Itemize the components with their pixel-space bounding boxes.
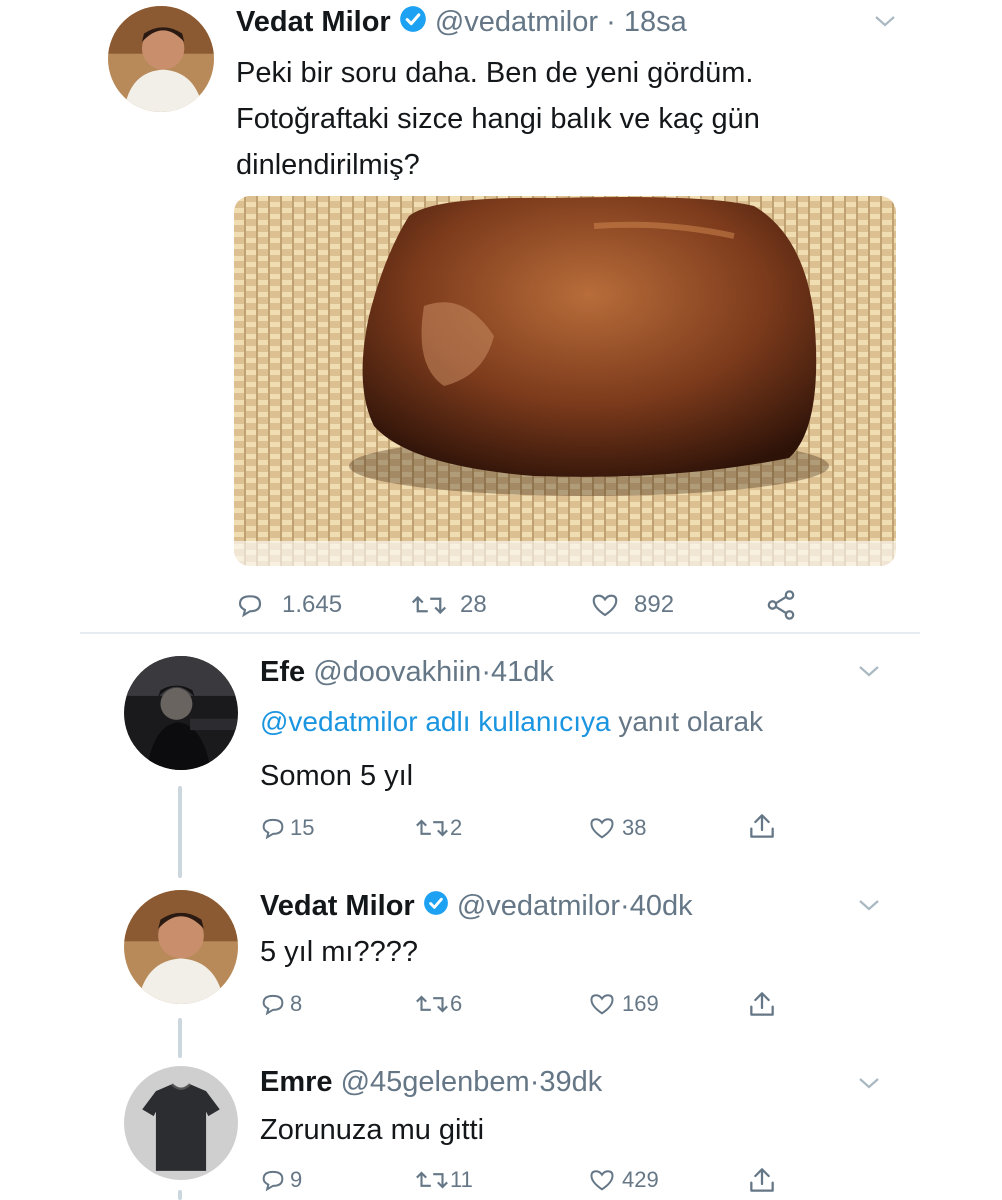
chevron-down-icon[interactable] xyxy=(856,1074,882,1097)
reply-to-mention[interactable]: @vedatmilor adlı kullanıcıya xyxy=(260,706,611,737)
chevron-down-icon[interactable] xyxy=(856,662,882,685)
chevron-down-icon[interactable] xyxy=(872,12,898,35)
thread-line xyxy=(178,1018,182,1058)
timestamp[interactable]: 41dk xyxy=(491,656,554,688)
reply-icon xyxy=(238,595,262,618)
share-icon xyxy=(767,590,795,620)
like-button[interactable]: 429 xyxy=(586,1166,659,1194)
upload-button[interactable] xyxy=(746,988,778,1020)
retweet-icon xyxy=(416,819,448,837)
author-handle[interactable]: @45gelenbem xyxy=(341,1066,530,1098)
reply-button[interactable]: 8 xyxy=(258,990,302,1018)
reply-header: Emre @45gelenbem·39dk xyxy=(260,1064,602,1100)
reply-icon xyxy=(262,994,284,1016)
divider xyxy=(80,632,920,634)
author-handle[interactable]: @vedatmilor xyxy=(457,890,620,922)
author-name[interactable]: Vedat Milor xyxy=(260,890,415,922)
like-count: 429 xyxy=(622,1167,659,1192)
author-name[interactable]: Efe xyxy=(260,656,305,688)
reply-button[interactable]: 9 xyxy=(258,1166,302,1194)
retweet-button[interactable]: 2 xyxy=(414,814,462,842)
reply-text: 5 yıl mı???? xyxy=(260,936,418,968)
reply-to-suffix: yanıt olarak xyxy=(618,706,764,737)
retweet-icon xyxy=(411,595,447,615)
tweet-text-line: Peki bir soru daha. Ben de yeni gördüm. xyxy=(236,57,754,89)
reply-count: 1.645 xyxy=(282,591,343,618)
upload-button[interactable] xyxy=(746,810,778,842)
like-count: 892 xyxy=(634,591,675,618)
verified-badge-icon xyxy=(399,5,427,42)
like-icon xyxy=(592,594,618,617)
screen: Vedat Milor @vedatmilor · 18sa Peki bir … xyxy=(0,0,1002,1200)
avatar[interactable] xyxy=(124,656,238,770)
author-handle[interactable]: @doovakhiin xyxy=(313,656,481,688)
upload-icon xyxy=(750,992,774,1016)
share-button[interactable] xyxy=(764,588,798,622)
tweet-text: Peki bir soru daha. Ben de yeni gördüm. … xyxy=(236,50,760,188)
retweet-count: 6 xyxy=(450,991,463,1016)
separator-dot: · xyxy=(606,6,616,38)
upload-button[interactable] xyxy=(746,1164,778,1196)
like-button[interactable]: 38 xyxy=(586,814,646,842)
reply-text: Somon 5 yıl xyxy=(260,760,414,792)
like-count: 169 xyxy=(622,991,659,1016)
retweet-icon xyxy=(416,1171,448,1189)
like-icon xyxy=(590,994,614,1015)
timestamp[interactable]: 40dk xyxy=(630,890,693,922)
retweet-button[interactable]: 6 xyxy=(414,990,462,1018)
reply-text: Zorunuza mu gitti xyxy=(260,1114,485,1146)
like-count: 38 xyxy=(622,815,647,840)
like-icon xyxy=(590,818,614,839)
upload-icon xyxy=(750,1168,774,1192)
author-name[interactable]: Emre xyxy=(260,1066,333,1098)
reply-count: 8 xyxy=(290,991,303,1016)
separator-dot: · xyxy=(529,1066,540,1098)
chevron-down-icon[interactable] xyxy=(856,896,882,919)
author-name[interactable]: Vedat Milor xyxy=(236,6,391,38)
avatar[interactable] xyxy=(124,890,238,1004)
retweet-icon xyxy=(416,995,448,1013)
retweet-count: 28 xyxy=(460,591,487,618)
like-icon xyxy=(590,1170,614,1191)
author-handle[interactable]: @vedatmilor xyxy=(435,6,598,38)
thread-line xyxy=(178,786,182,878)
tweet-header: Vedat Milor @vedatmilor · 18sa xyxy=(236,4,687,42)
tweet-photo[interactable] xyxy=(234,196,896,566)
avatar[interactable] xyxy=(124,1066,238,1180)
upload-icon xyxy=(750,814,774,838)
timestamp[interactable]: 39dk xyxy=(539,1066,602,1098)
reply-count: 9 xyxy=(290,1167,303,1192)
reply-button[interactable]: 15 xyxy=(258,814,314,842)
retweet-count: 11 xyxy=(450,1167,473,1192)
like-button[interactable]: 892 xyxy=(588,590,674,620)
reply-button[interactable]: 1.645 xyxy=(234,590,342,620)
tweet-text-line: Fotoğraftaki sizce hangi balık ve kaç gü… xyxy=(236,103,760,135)
retweet-button[interactable]: 11 xyxy=(414,1166,473,1194)
separator-dot: · xyxy=(620,890,630,922)
reply-header: Vedat Milor @vedatmilor·40dk xyxy=(260,888,693,925)
like-button[interactable]: 169 xyxy=(586,990,659,1018)
reply-header: Efe @doovakhiin·41dk xyxy=(260,654,554,690)
timestamp[interactable]: 18sa xyxy=(624,6,687,38)
avatar[interactable] xyxy=(108,6,214,112)
thread-line xyxy=(178,1190,182,1200)
reply-icon xyxy=(262,818,284,840)
tweet-text-line: dinlendirilmiş? xyxy=(236,149,420,181)
reply-icon xyxy=(262,1170,284,1192)
retweet-button[interactable]: 28 xyxy=(410,590,487,620)
retweet-count: 2 xyxy=(450,815,463,840)
reply-context: @vedatmilor adlı kullanıcıya yanıt olara… xyxy=(260,704,763,740)
reply-count: 15 xyxy=(290,815,315,840)
separator-dot: · xyxy=(481,656,491,688)
verified-badge-icon xyxy=(423,889,449,925)
